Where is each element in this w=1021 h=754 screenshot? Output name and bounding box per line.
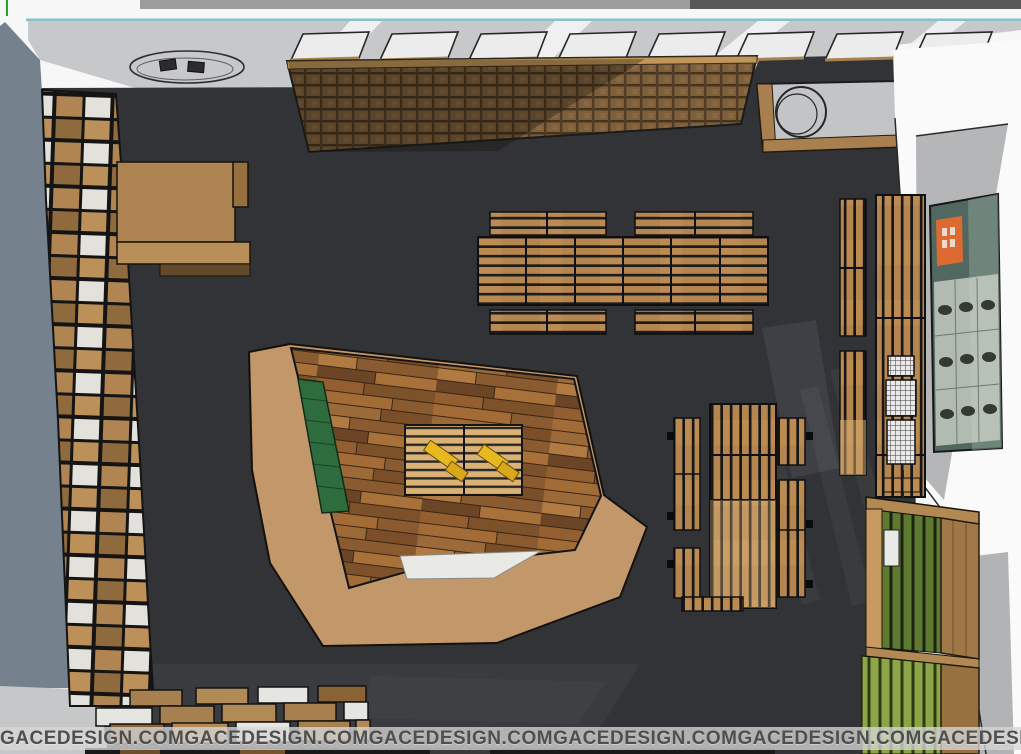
tall-display-bench-wide xyxy=(876,195,925,497)
wall-poster xyxy=(930,194,1002,452)
watermark-text: GACEDESIGN.COM xyxy=(922,728,1021,750)
mesh-basket xyxy=(887,420,915,464)
watermark-text: GACEDESIGN.COM xyxy=(369,728,553,750)
mesh-basket xyxy=(888,356,914,376)
mesh-basket xyxy=(886,380,916,416)
watermark-text: GACEDESIGN.COM xyxy=(0,728,184,750)
seat-icon xyxy=(188,61,205,72)
reading-table-set xyxy=(667,404,813,611)
watermark-text: GACEDESIGN.COM xyxy=(184,728,368,750)
watermark-text: GACEDESIGN.COM xyxy=(737,728,921,750)
interior-render xyxy=(0,0,1021,754)
render-canvas: GACEDESIGN.COM GACEDESIGN.COM GACEDESIGN… xyxy=(0,0,1021,754)
watermark-band: GACEDESIGN.COM GACEDESIGN.COM GACEDESIGN… xyxy=(0,727,1021,750)
poster-orange-label xyxy=(936,216,963,266)
service-counter-with-basin xyxy=(757,81,898,152)
watermark-text: GACEDESIGN.COM xyxy=(553,728,737,750)
corner-wood-counter xyxy=(117,162,250,276)
teal-trim-line xyxy=(26,19,1021,22)
seat-icon xyxy=(159,59,176,71)
green-display-shelf xyxy=(862,470,979,754)
